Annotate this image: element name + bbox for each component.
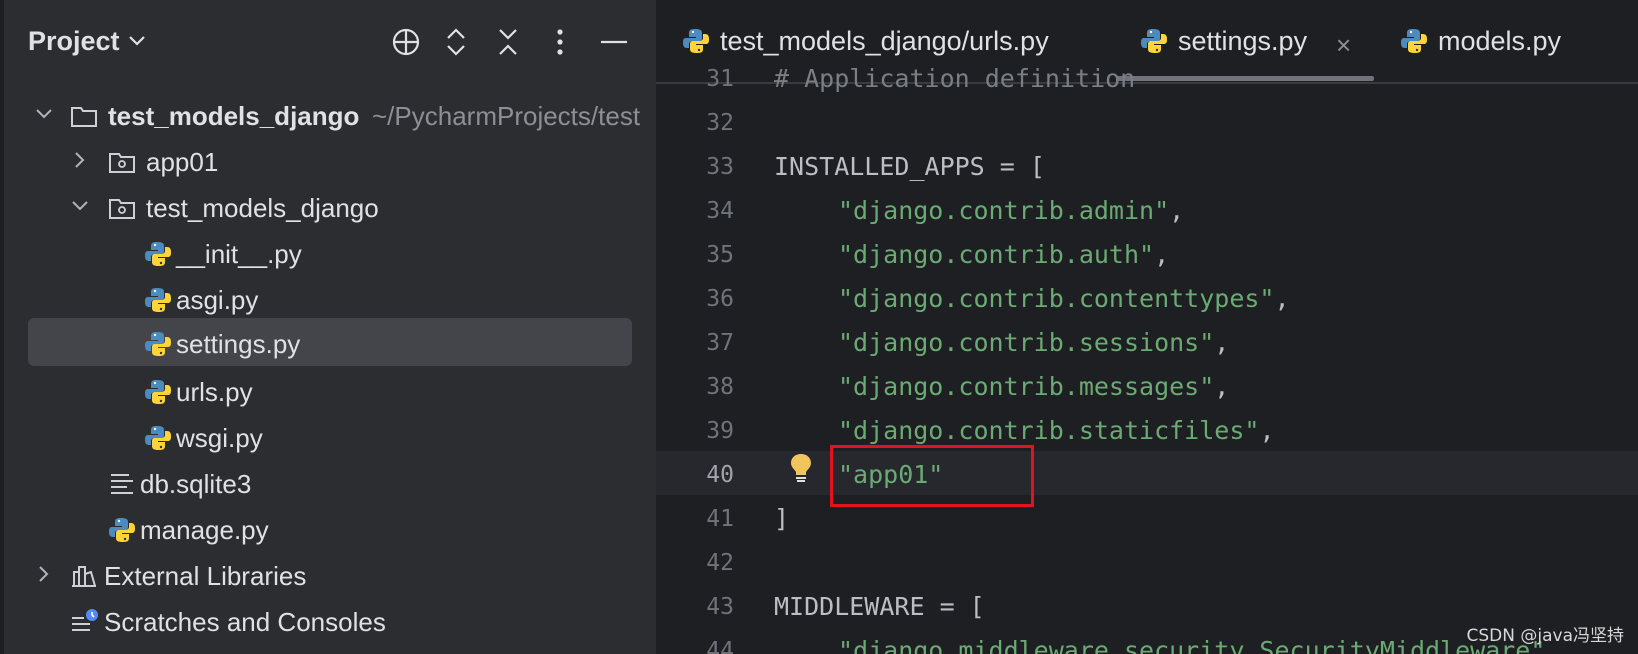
chevron-right-icon[interactable] [70,150,90,175]
line-number: 39 [706,418,734,444]
tree-item-label: __init__.py [176,239,302,269]
python-icon [144,286,172,314]
minimize-icon[interactable] [596,24,632,60]
line-number: 43 [706,594,734,620]
watermark: CSDN @java冯坚持 [1466,626,1625,646]
module-folder-icon [108,148,136,176]
tree-item-label: test_models_django [146,193,379,223]
chevron-down-icon[interactable] [34,104,54,129]
tree-item-label: Scratches and Consoles [104,607,386,637]
active-tab-indicator [1116,76,1374,81]
tree-item-label: db.sqlite3 [140,469,252,499]
expand-icon[interactable] [438,24,474,60]
code-line: MIDDLEWARE = [ [774,592,985,621]
tree-item-urls-py[interactable]: urls.py [28,368,632,416]
code-line: "django.contrib.auth", [838,240,1170,269]
tree-item-label: app01 [146,147,219,177]
left-edge [0,0,4,654]
tree-item-label: External Libraries [104,561,307,591]
line-number: 41 [706,506,734,532]
line-number: 31 [706,66,734,92]
collapse-icon[interactable] [490,24,526,60]
tree-item-manage-py[interactable]: manage.py [28,506,632,554]
lightbulb-icon[interactable] [788,452,814,489]
tree-item-asgi-py[interactable]: asgi.py [28,276,632,324]
python-icon [144,240,172,268]
tree-item-scratches[interactable]: Scratches and Consoles [28,598,632,646]
python-icon [108,516,136,544]
more-icon[interactable] [542,24,578,60]
string-literal: "django.contrib.sessions" [838,328,1215,357]
string-literal: "django.contrib.admin" [838,196,1170,225]
python-icon [1140,27,1170,57]
python-icon [144,378,172,406]
python-icon [1400,27,1430,57]
project-tool-window: Project test_models_django ~/PycharmProj… [0,0,656,654]
library-icon [70,562,98,590]
tree-item-label: settings.py [176,329,301,359]
tab-label: settings.py [1178,26,1308,56]
code-line: INSTALLED_APPS = [ [774,152,1045,181]
line-number: 33 [706,154,734,180]
line-number: 36 [706,286,734,312]
project-panel-title[interactable]: Project [28,26,120,57]
python-icon [682,27,712,57]
string-literal: "django.contrib.staticfiles" [838,416,1260,445]
tree-item-test-models-django-package[interactable]: test_models_django [28,184,632,232]
chevron-down-icon[interactable] [70,196,90,221]
tab-models-py[interactable]: models.py [1400,0,1620,82]
text-file-icon [108,470,136,498]
folder-icon [70,102,98,130]
code-line-comment: # Application definition [774,64,1136,93]
tree-item-label: wsgi.py [176,423,263,453]
line-number: 34 [706,198,734,224]
project-panel-header: Project [0,0,656,84]
crosshair-icon[interactable] [388,24,424,60]
tree-item-label: test_models_django [108,101,360,131]
python-icon [144,424,172,452]
module-folder-icon [108,194,136,222]
line-number: 44 [706,638,734,654]
tree-item-external-libraries[interactable]: External Libraries [28,552,632,600]
string-literal: "django.contrib.auth" [838,240,1155,269]
tree-item-label: manage.py [140,515,269,545]
tree-item-wsgi-py[interactable]: wsgi.py [28,414,632,462]
chevron-right-icon[interactable] [34,564,54,589]
python-icon [144,330,172,358]
tree-item-db-sqlite3[interactable]: db.sqlite3 [28,460,632,508]
tab-label: test_models_django/urls.py [720,26,1049,56]
string-literal: "django.contrib.messages" [838,372,1215,401]
tree-item-label: asgi.py [176,285,259,315]
chevron-down-icon[interactable] [128,34,146,53]
code-line: "django.contrib.contenttypes", [838,284,1290,313]
code-line: ] [774,504,790,533]
scratches-icon [70,608,98,636]
tree-item-label: urls.py [176,377,253,407]
line-number: 37 [706,330,734,356]
line-number: 38 [706,374,734,400]
code-editor[interactable]: test_models_django/urls.py settings.py ×… [656,0,1638,654]
annotation-highlight-box [830,445,1034,507]
tree-item-root-folder[interactable]: test_models_django ~/PycharmProjects/tes… [28,92,640,140]
line-number: 35 [706,242,734,268]
close-icon[interactable]: × [1336,30,1351,61]
code-line: "django.contrib.messages", [838,372,1230,401]
string-literal: "django.middleware.security.SecurityMidd… [838,636,1546,654]
tree-item-path: ~/PycharmProjects/test [372,101,641,131]
string-literal: "django.contrib.contenttypes" [838,284,1275,313]
tab-settings-py[interactable]: settings.py × [1140,0,1370,82]
code-line: "django.contrib.sessions", [838,328,1230,357]
code-line: "django.contrib.staticfiles", [838,416,1275,445]
tree-item-settings-py[interactable]: settings.py [28,318,632,366]
tree-item-init-py[interactable]: __init__.py [28,230,632,278]
tab-label: models.py [1438,26,1562,56]
line-number: 32 [706,110,734,136]
line-number: 40 [706,462,734,488]
line-number: 42 [706,550,734,576]
code-line: "django.contrib.admin", [838,196,1185,225]
tree-item-app01[interactable]: app01 [28,138,632,186]
